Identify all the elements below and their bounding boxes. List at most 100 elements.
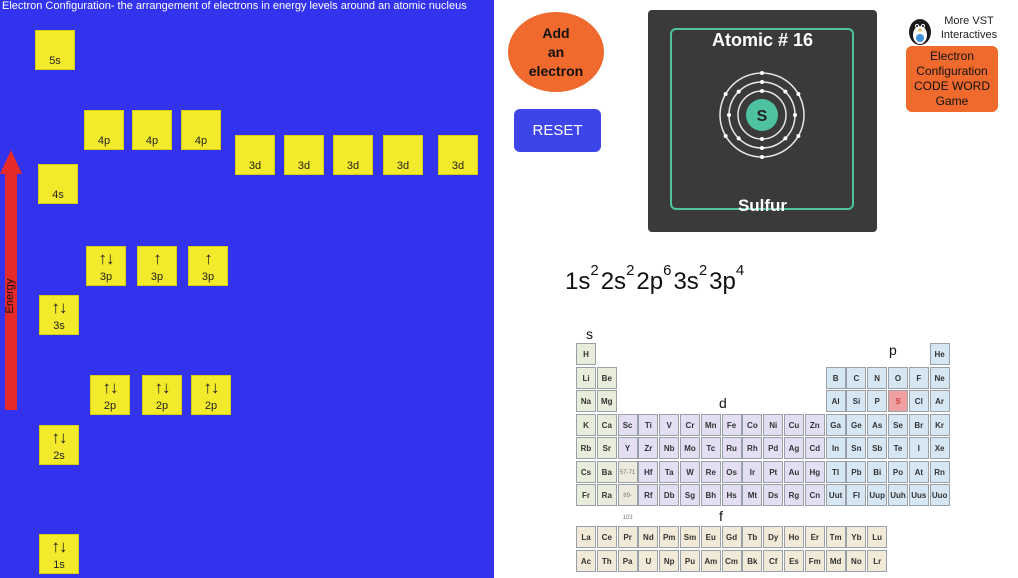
element-Ga: Ga	[825, 413, 846, 436]
element-Po: Po	[888, 460, 908, 483]
config-term-2p: 2p6	[636, 262, 672, 295]
element-Br: Br	[908, 413, 929, 436]
element-Sb: Sb	[867, 437, 888, 459]
element-C: C	[846, 366, 867, 389]
element-Uuo: Uuo	[929, 484, 950, 506]
element-Sc: Sc	[617, 413, 638, 436]
orbital-box-3s[interactable]: ↑↓ 3s	[39, 295, 79, 335]
element-Tc: Tc	[700, 437, 721, 459]
element-Lr: Lr	[867, 549, 888, 572]
electron-dot	[793, 113, 797, 117]
electron-dot	[760, 137, 764, 141]
element-Rb: Rb	[576, 437, 596, 459]
element-Kr: Kr	[929, 413, 950, 436]
element-Ti: Ti	[638, 413, 659, 436]
s-block-label: s	[586, 326, 593, 342]
element-Ni: Ni	[763, 413, 784, 436]
element-Eu: Eu	[700, 526, 721, 548]
electron-dot	[723, 92, 728, 96]
element-Ta: Ta	[659, 460, 680, 483]
more-vst-link[interactable]: More VST Interactives	[934, 14, 1004, 42]
orbital-electrons: ↑↓	[51, 537, 68, 556]
p-block-label: p	[889, 342, 897, 358]
orbital-box-2p-2[interactable]: ↑↓ 2p	[142, 375, 182, 415]
orbital-box-3d-5[interactable]: 3d	[438, 135, 478, 175]
element-Hs: Hs	[721, 484, 742, 506]
element-Ho: Ho	[784, 526, 804, 548]
element-Dy: Dy	[763, 526, 784, 548]
element-Se: Se	[888, 413, 908, 436]
energy-arrow-head	[0, 150, 22, 174]
orbital-label: 3d	[346, 160, 360, 172]
electron-dot	[760, 146, 764, 150]
orbital-box-3d-2[interactable]: 3d	[284, 135, 324, 175]
orbital-box-3d-1[interactable]: 3d	[235, 135, 275, 175]
orbital-box-3d-3[interactable]: 3d	[333, 135, 373, 175]
element-In: In	[825, 437, 846, 459]
element-Mt: Mt	[742, 484, 763, 506]
orbital-electrons: ↑↓	[154, 378, 171, 397]
element-Au: Au	[784, 460, 804, 483]
element-89-103: 89-103	[617, 484, 638, 521]
element-Pa: Pa	[617, 549, 638, 572]
electron-dot	[760, 71, 764, 75]
orbital-label: 2p	[204, 400, 218, 412]
element-O: O	[888, 366, 908, 389]
orbital-box-5s[interactable]: 5s	[35, 30, 75, 70]
reset-button[interactable]: RESET	[514, 109, 601, 152]
element-Te: Te	[888, 437, 908, 459]
orbital-box-4p-3[interactable]: 4p	[181, 110, 221, 150]
element-Ir: Ir	[742, 460, 763, 483]
element-Al: Al	[825, 390, 846, 412]
orbital-label: 3p	[150, 271, 164, 283]
element-Bi: Bi	[867, 460, 888, 483]
orbital-label: 3p	[99, 271, 113, 283]
game-label-4: Game	[935, 94, 969, 108]
element-Zr: Zr	[638, 437, 659, 459]
element-S: S	[888, 390, 908, 412]
orbital-box-4p-2[interactable]: 4p	[132, 110, 172, 150]
element-Ac: Ac	[576, 549, 596, 572]
element-Am: Am	[700, 549, 721, 572]
electron-dot	[723, 134, 728, 138]
element-Pt: Pt	[763, 460, 784, 483]
orbital-box-1s[interactable]: ↑↓ 1s	[39, 534, 79, 574]
element-Ba: Ba	[596, 460, 617, 483]
element-V: V	[659, 413, 680, 436]
orbital-box-2p-3[interactable]: ↑↓ 2p	[191, 375, 231, 415]
orbital-electrons: ↑↓	[51, 298, 68, 317]
element-57-71: 57-71	[617, 460, 638, 483]
element-Ne: Ne	[929, 366, 950, 389]
element-Pd: Pd	[763, 437, 784, 459]
element-Ds: Ds	[763, 484, 784, 506]
element-Bk: Bk	[742, 549, 763, 572]
orbital-box-2s[interactable]: ↑↓ 2s	[39, 425, 79, 465]
element-Mg: Mg	[596, 390, 617, 412]
element-Hf: Hf	[638, 460, 659, 483]
element-Fl: Fl	[846, 484, 867, 506]
orbital-box-3d-4[interactable]: 3d	[383, 135, 423, 175]
penguin-logo-icon[interactable]	[906, 12, 934, 46]
element-Li: Li	[576, 366, 596, 389]
orbital-box-3p-2[interactable]: ↑ 3p	[137, 246, 177, 286]
orbital-box-3p-3[interactable]: ↑ 3p	[188, 246, 228, 286]
element-Es: Es	[784, 549, 804, 572]
element-W: W	[680, 460, 700, 483]
orbital-box-4p-1[interactable]: 4p	[84, 110, 124, 150]
element-Cu: Cu	[784, 413, 804, 436]
element-N: N	[867, 366, 888, 389]
orbital-label: 3d	[396, 160, 410, 172]
add-electron-label-3: electron	[528, 62, 584, 79]
element-H: H	[576, 343, 596, 365]
nucleus-symbol: S	[757, 108, 768, 125]
orbital-label: 4p	[97, 135, 111, 147]
element-F: F	[908, 366, 929, 389]
electron-dot	[796, 134, 801, 138]
orbital-electrons: ↑↓	[51, 428, 68, 447]
orbital-box-3p-1[interactable]: ↑↓ 3p	[86, 246, 126, 286]
code-word-game-button[interactable]: Electron Configuration CODE WORD Game	[906, 46, 998, 112]
orbital-label: 2p	[155, 400, 169, 412]
orbital-box-2p-1[interactable]: ↑↓ 2p	[90, 375, 130, 415]
add-electron-button[interactable]: Add an electron	[508, 12, 604, 92]
orbital-box-4s[interactable]: 4s	[38, 164, 78, 204]
